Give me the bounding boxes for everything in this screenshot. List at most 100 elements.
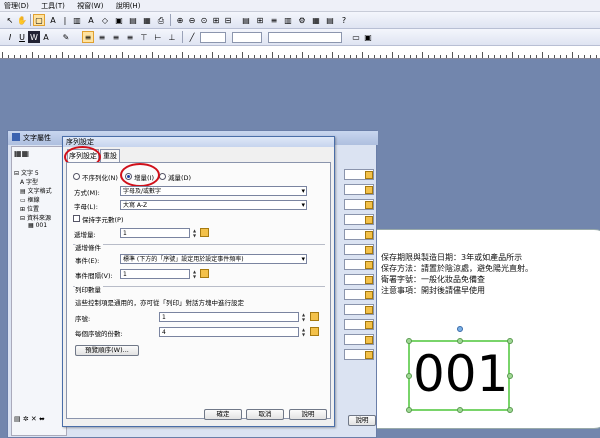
step-spinner[interactable]: ▲ ▼ bbox=[192, 228, 197, 238]
settings-icon[interactable]: ⚙ bbox=[296, 14, 308, 26]
help-icon[interactable]: ? bbox=[338, 14, 350, 26]
select-tool-icon[interactable]: ▢ bbox=[33, 14, 45, 26]
help-button[interactable]: 說明 bbox=[289, 409, 327, 420]
reverse-icon[interactable]: W bbox=[28, 31, 40, 43]
serial-edit-icon[interactable] bbox=[310, 312, 319, 321]
serial-number-text: 001 bbox=[413, 345, 509, 403]
tree-item-position[interactable]: ⊞ 位置 bbox=[20, 204, 39, 213]
tree-item-serial[interactable]: ▦ 001 bbox=[28, 222, 47, 229]
radio-decrement[interactable] bbox=[159, 173, 166, 180]
pan-icon[interactable]: ✋ bbox=[16, 14, 28, 26]
keep-zero-checkbox[interactable] bbox=[73, 215, 80, 222]
align-left-icon[interactable]: ≡ bbox=[82, 31, 94, 43]
highlight-icon[interactable]: ✎ bbox=[60, 31, 72, 43]
preview-sequence-button[interactable]: 預覽順序(W)... bbox=[75, 345, 139, 356]
radio-none[interactable] bbox=[73, 173, 80, 180]
toolbar-main: ↖ ✋ ▢ A | ▥ A ◇ ▣ ▤ ▦ ⎙ ⊕ ⊖ ⊙ ⊞ ⊟ ▤ ⊞ ≡ … bbox=[0, 12, 600, 29]
line-tool-icon[interactable]: | bbox=[59, 14, 71, 26]
border-icon[interactable]: ▭ bbox=[350, 31, 362, 43]
serial-input[interactable]: 1 bbox=[159, 312, 299, 322]
trigger-group-label: 遞增條件 bbox=[75, 242, 103, 252]
toolbar-format: I U W A ✎ ≡ ≡ ≡ ≡ ⊤ ⊢ ⊥ ╱ ▭ ▣ bbox=[0, 29, 600, 46]
event-interval-label: 事件間隔(V): bbox=[75, 272, 113, 280]
zoom-out-icon[interactable]: ⊖ bbox=[186, 14, 198, 26]
ok-button[interactable]: 確定 bbox=[204, 409, 242, 420]
line-style-icon[interactable]: ╱ bbox=[186, 31, 198, 43]
layer-tool-icon[interactable]: ▦ bbox=[141, 14, 153, 26]
cancel-button[interactable]: 取消 bbox=[246, 409, 284, 420]
print-icon[interactable]: ⎙ bbox=[155, 14, 167, 26]
zoom-width-icon[interactable]: ⊟ bbox=[222, 14, 234, 26]
property-tree: ▦▦ ⊟ 文字 5 A 字型 ▤ 文字格式 ▭ 框線 ⊞ 位置 ⊟ 資料來源 ▦… bbox=[11, 146, 67, 436]
menu-tools[interactable]: 工具(T) bbox=[37, 0, 71, 11]
copies-label: 每個序號的份數: bbox=[75, 330, 123, 338]
horizontal-ruler bbox=[0, 46, 600, 59]
justify-icon[interactable]: ≡ bbox=[124, 31, 136, 43]
color-tool-icon[interactable]: ▤ bbox=[127, 14, 139, 26]
letters-label: 字母(L): bbox=[74, 203, 98, 211]
barcode-tool-icon[interactable]: ▥ bbox=[71, 14, 83, 26]
tree-item-font[interactable]: A 字型 bbox=[20, 177, 38, 186]
count-description: 這些控制項是通用的，亦可從「列印」對話方塊中進行設定 bbox=[75, 299, 244, 307]
menu-manage[interactable]: 管理(D) bbox=[0, 0, 35, 11]
font-tool-icon[interactable]: A bbox=[85, 14, 97, 26]
cursor-icon[interactable]: ↖ bbox=[4, 14, 16, 26]
step-input[interactable]: 1 bbox=[120, 228, 190, 238]
italic-icon[interactable]: I bbox=[4, 31, 16, 43]
event-label: 事件(E): bbox=[75, 257, 100, 265]
radio-none-label: 不序列化(N) bbox=[82, 174, 118, 182]
tree-item-root[interactable]: ⊟ 文字 5 bbox=[14, 168, 39, 177]
step-edit-icon[interactable] bbox=[200, 228, 209, 237]
copies-input[interactable]: 4 bbox=[159, 327, 299, 337]
align-right-icon[interactable]: ≡ bbox=[110, 31, 122, 43]
label-text-line: 注意事項：開封後請儘早使用 bbox=[381, 286, 485, 295]
serial-spinner[interactable]: ▲ ▼ bbox=[301, 312, 306, 322]
dialog-title: 序列設定 bbox=[63, 137, 334, 147]
event-interval-spinner[interactable]: ▲ ▼ bbox=[192, 269, 197, 279]
text-tool-icon[interactable]: A bbox=[47, 14, 59, 26]
line-color-select[interactable] bbox=[232, 32, 262, 43]
letters-select[interactable]: 大寫 A-Z bbox=[120, 200, 307, 210]
table-icon[interactable]: ▤ bbox=[324, 14, 336, 26]
property-rows bbox=[344, 146, 376, 436]
grid2-icon[interactable]: ▦ bbox=[310, 14, 322, 26]
zoom-fit-icon[interactable]: ⊙ bbox=[198, 14, 210, 26]
event-select[interactable]: 標準 (下方的「序號」設定用於設定事件頻率) bbox=[120, 254, 307, 264]
window-help-button[interactable]: 說明 bbox=[348, 415, 376, 426]
serial-label: 序號: bbox=[75, 315, 91, 323]
valign-mid-icon[interactable]: ⊢ bbox=[152, 31, 164, 43]
menu-help[interactable]: 說明(H) bbox=[112, 0, 147, 11]
copies-spinner[interactable]: ▲ ▼ bbox=[301, 327, 306, 337]
event-interval-input[interactable]: 1 bbox=[120, 269, 190, 279]
zoom-page-icon[interactable]: ⊞ bbox=[210, 14, 222, 26]
tree-toolbar-icon[interactable]: ▦▦ bbox=[14, 149, 29, 158]
label-text-line: 衛署字號：一般化妝品免備查 bbox=[381, 275, 485, 284]
image-tool-icon[interactable]: ▣ bbox=[113, 14, 125, 26]
align-center-icon[interactable]: ≡ bbox=[96, 31, 108, 43]
fill-select[interactable] bbox=[268, 32, 342, 43]
underline-icon[interactable]: U bbox=[16, 31, 28, 43]
label-text-line: 保存方法：請置於陰涼處，避免陽光直射。 bbox=[381, 264, 533, 273]
line-width-select[interactable] bbox=[200, 32, 226, 43]
tree-item-format[interactable]: ▤ 文字格式 bbox=[20, 186, 52, 195]
grid-icon[interactable]: ⊞ bbox=[254, 14, 266, 26]
method-select[interactable]: 字母及/或數字 bbox=[120, 186, 307, 196]
valign-top-icon[interactable]: ⊤ bbox=[138, 31, 150, 43]
database-icon[interactable]: ▥ bbox=[282, 14, 294, 26]
step-label: 遞增量: bbox=[74, 231, 96, 239]
serialization-pane: 不序列化(N) 增量(I) 減量(D) 方式(M): 字母及/或數字 字母(L)… bbox=[66, 162, 331, 419]
tab-reset[interactable]: 重設 bbox=[100, 149, 120, 162]
event-interval-edit-icon[interactable] bbox=[200, 269, 209, 278]
zoom-in-icon[interactable]: ⊕ bbox=[174, 14, 186, 26]
tree-bottom-icons[interactable]: ▤ ✲ ✕ ⬌ bbox=[14, 415, 45, 423]
menu-window[interactable]: 視窗(W) bbox=[73, 0, 109, 11]
valign-bottom-icon[interactable]: ⊥ bbox=[166, 31, 178, 43]
record-icon[interactable]: ▤ bbox=[240, 14, 252, 26]
align-icon[interactable]: ≡ bbox=[268, 14, 280, 26]
shape-tool-icon[interactable]: ◇ bbox=[99, 14, 111, 26]
copies-edit-icon[interactable] bbox=[310, 327, 319, 336]
tree-item-frame[interactable]: ▭ 框線 bbox=[20, 195, 40, 204]
text-color-icon[interactable]: A bbox=[40, 31, 52, 43]
tree-item-data-source[interactable]: ⊟ 資料來源 bbox=[20, 213, 51, 222]
shadow-icon[interactable]: ▣ bbox=[362, 31, 374, 43]
